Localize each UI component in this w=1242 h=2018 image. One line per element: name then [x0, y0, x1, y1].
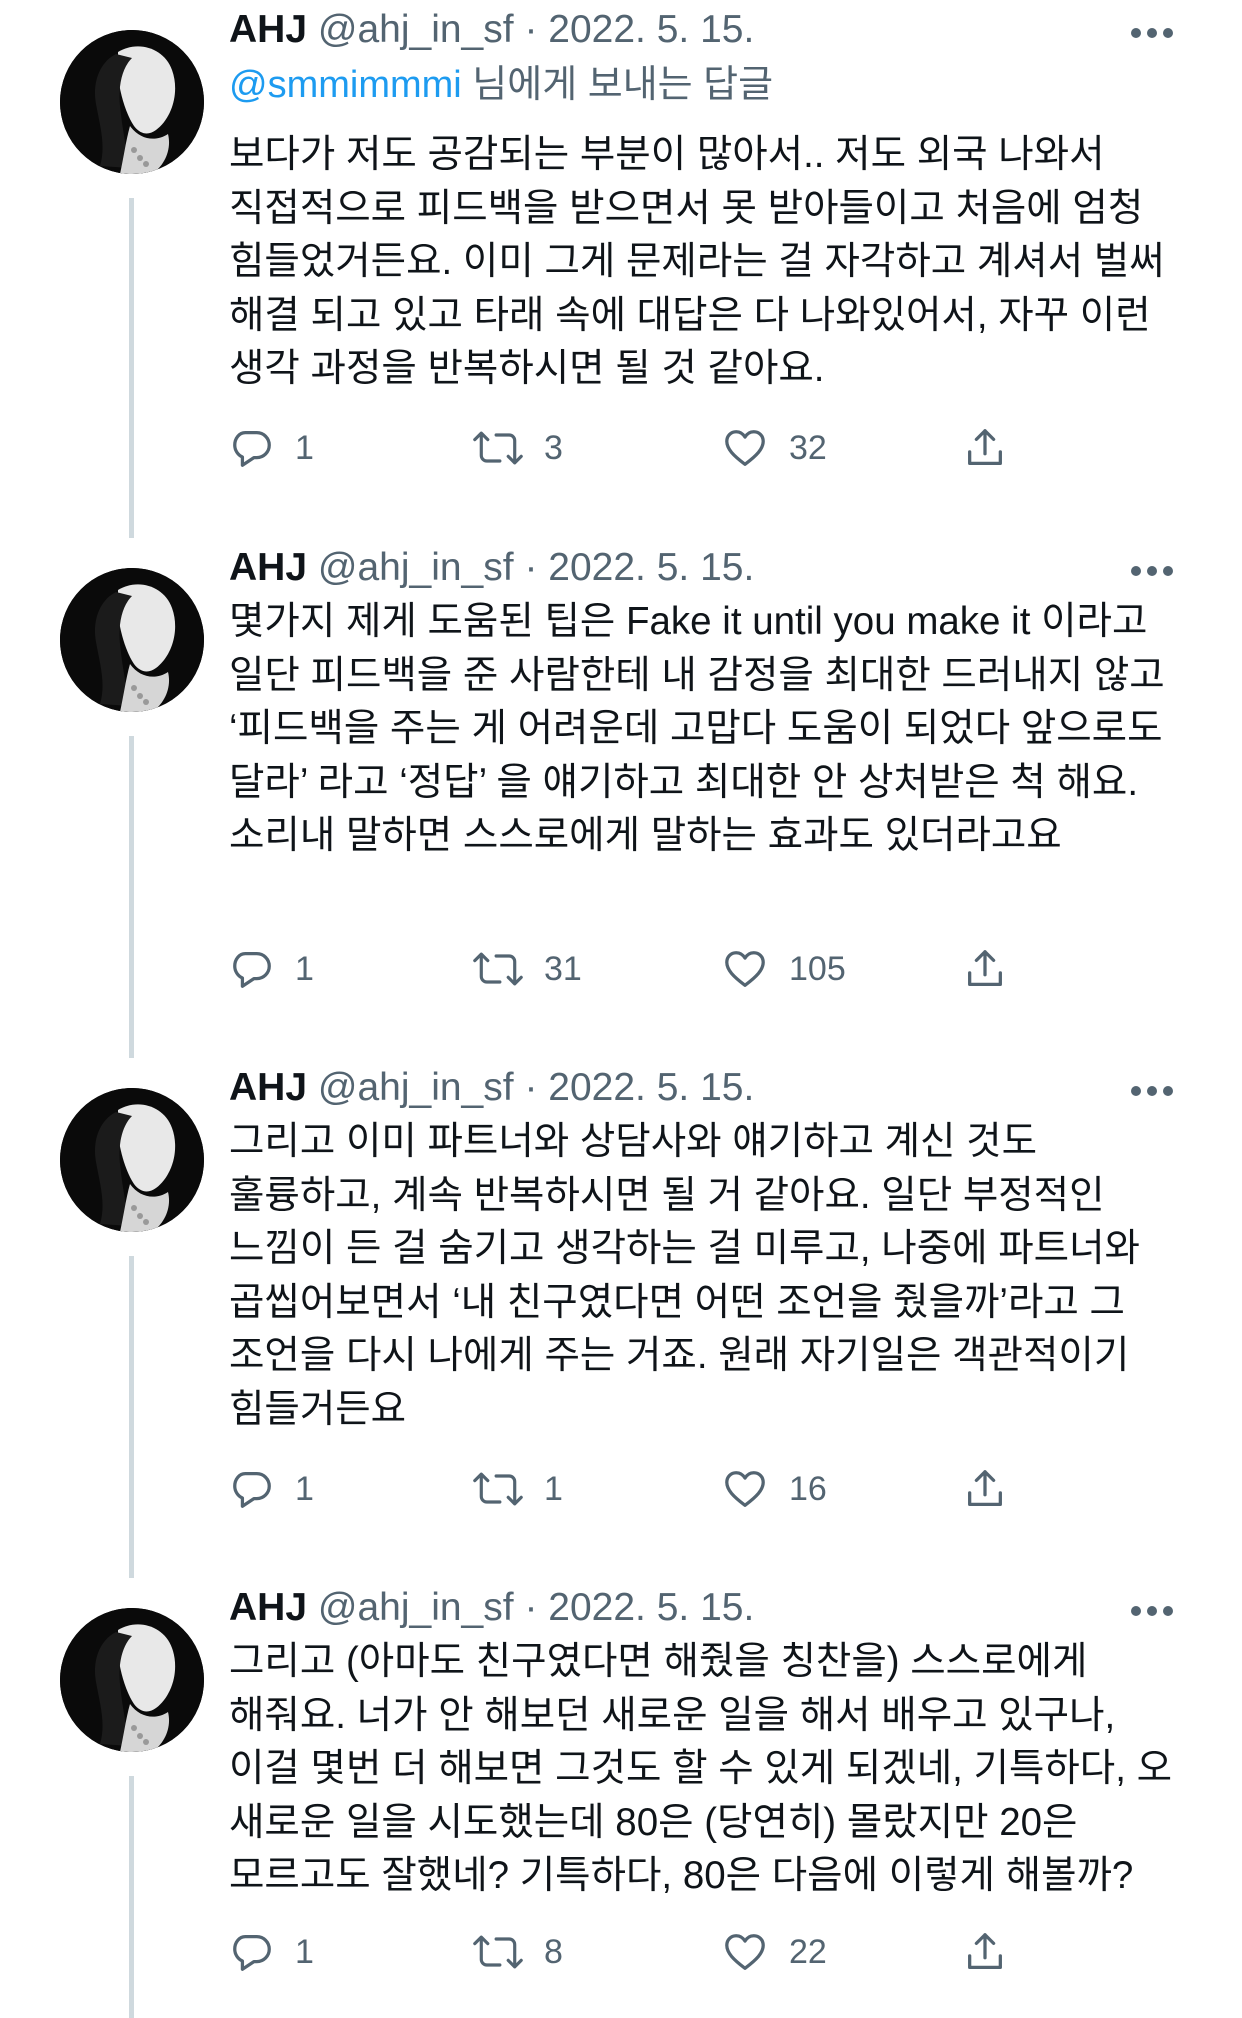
reply-icon [233, 952, 271, 988]
replying-to: @smmimmmi 님에게 보내는 답글 [229, 58, 773, 112]
retweet-icon [473, 1472, 523, 1506]
tweet-header: AHJ @ahj_in_sf · 2022. 5. 15. [229, 0, 754, 60]
thread-line [129, 1776, 134, 2018]
author-name[interactable]: AHJ [229, 8, 307, 51]
tweet-date[interactable]: 2022. 5. 15. [548, 546, 754, 589]
reply-icon [233, 1472, 271, 1508]
avatar-image [60, 1608, 204, 1752]
author-name[interactable]: AHJ [229, 1066, 307, 1109]
reply-icon [233, 1935, 271, 1971]
tweet-header: AHJ @ahj_in_sf · 2022. 5. 15. [229, 1058, 754, 1118]
heart-icon [725, 430, 765, 466]
retweet-count: 31 [544, 949, 582, 988]
reply-button[interactable]: 1 [229, 939, 314, 999]
like-button[interactable]: 32 [721, 418, 827, 478]
retweet-button[interactable]: 31 [472, 939, 582, 999]
tweet-date[interactable]: 2022. 5. 15. [548, 1586, 754, 1629]
like-count: 32 [789, 428, 827, 467]
author-handle[interactable]: @ahj_in_sf [318, 1066, 514, 1109]
tweet-actions: 1 8 22 [229, 1922, 1129, 1982]
reply-icon [233, 431, 271, 467]
heart-icon [725, 1471, 765, 1507]
author-name[interactable]: AHJ [229, 546, 307, 589]
like-button[interactable]: 16 [721, 1459, 827, 1519]
retweet-count: 1 [544, 1469, 563, 1508]
more-horizontal-icon [1131, 28, 1173, 38]
heart-icon [725, 951, 765, 987]
tweet-text: 그리고 (아마도 친구였다면 해줬을 칭찬을) 스스로에게 해줘요. 너가 안 … [229, 1640, 1183, 1897]
like-button[interactable]: 22 [721, 1922, 827, 1982]
avatar-image [60, 568, 204, 712]
retweet-icon [473, 1935, 523, 1969]
author-handle[interactable]: @ahj_in_sf [318, 546, 514, 589]
more-horizontal-icon [1131, 1086, 1173, 1096]
retweet-count: 3 [544, 428, 563, 467]
separator-dot: · [524, 8, 538, 51]
share-icon [968, 429, 1002, 465]
avatar[interactable] [60, 568, 204, 712]
retweet-button[interactable]: 8 [472, 1922, 563, 1982]
author-handle[interactable]: @ahj_in_sf [318, 1586, 514, 1629]
retweet-button[interactable]: 3 [472, 418, 563, 478]
tweet-header: AHJ @ahj_in_sf · 2022. 5. 15. [229, 1578, 754, 1638]
replying-to-label: 님에게 보내는 답글 [461, 64, 774, 106]
like-button[interactable]: 105 [721, 939, 846, 999]
tweet-actions: 1 1 16 [229, 1459, 1129, 1519]
tweet-text: 그리고 이미 파트너와 상담사와 얘기하고 계신 것도 훌륭하고, 계속 반복하… [229, 1120, 1151, 1431]
avatar[interactable] [60, 1608, 204, 1752]
author-name[interactable]: AHJ [229, 1586, 307, 1629]
tweet-actions: 1 3 32 [229, 418, 1129, 478]
reply-count: 1 [295, 428, 314, 467]
avatar[interactable] [60, 1088, 204, 1232]
more-button[interactable] [1130, 1604, 1174, 1616]
tweet-text: 보다가 저도 공감되는 부분이 많아서.. 저도 외국 나와서 직접적으로 피드… [229, 133, 1176, 390]
more-button[interactable] [1130, 1084, 1174, 1096]
thread-line [129, 198, 134, 538]
author-handle[interactable]: @ahj_in_sf [318, 8, 514, 51]
share-icon [968, 950, 1002, 986]
separator-dot: · [524, 1586, 538, 1629]
reply-button[interactable]: 1 [229, 1922, 314, 1982]
tweet-header: AHJ @ahj_in_sf · 2022. 5. 15. [229, 538, 754, 598]
share-button[interactable] [962, 1459, 1008, 1519]
share-button[interactable] [962, 939, 1008, 999]
more-button[interactable] [1130, 26, 1174, 38]
avatar[interactable] [60, 30, 204, 174]
share-icon [968, 1470, 1002, 1506]
more-horizontal-icon [1131, 1606, 1173, 1616]
avatar-image [60, 30, 204, 174]
thread-line [129, 736, 134, 1058]
tweet-text: 몇가지 제게 도움된 팁은 Fake it until you make it … [229, 600, 1176, 857]
tweet-date[interactable]: 2022. 5. 15. [548, 8, 754, 51]
like-count: 16 [789, 1469, 827, 1508]
reply-button[interactable]: 1 [229, 418, 314, 478]
tweet-actions: 1 31 105 [229, 939, 1129, 999]
like-count: 105 [789, 949, 846, 988]
reply-mention-link[interactable]: @smmimmmi [229, 64, 462, 106]
like-count: 22 [789, 1932, 827, 1971]
heart-icon [725, 1934, 765, 1970]
separator-dot: · [524, 1066, 538, 1109]
tweet-date[interactable]: 2022. 5. 15. [548, 1066, 754, 1109]
more-button[interactable] [1130, 564, 1174, 576]
reply-count: 1 [295, 1932, 314, 1971]
more-horizontal-icon [1131, 566, 1173, 576]
share-icon [968, 1933, 1002, 1969]
retweet-button[interactable]: 1 [472, 1459, 563, 1519]
separator-dot: · [524, 546, 538, 589]
reply-count: 1 [295, 1469, 314, 1508]
avatar-image [60, 1088, 204, 1232]
share-button[interactable] [962, 418, 1008, 478]
retweet-icon [473, 431, 523, 465]
retweet-icon [473, 952, 523, 986]
thread-line [129, 1256, 134, 1578]
reply-button[interactable]: 1 [229, 1459, 314, 1519]
retweet-count: 8 [544, 1932, 563, 1971]
reply-count: 1 [295, 949, 314, 988]
share-button[interactable] [962, 1922, 1008, 1982]
